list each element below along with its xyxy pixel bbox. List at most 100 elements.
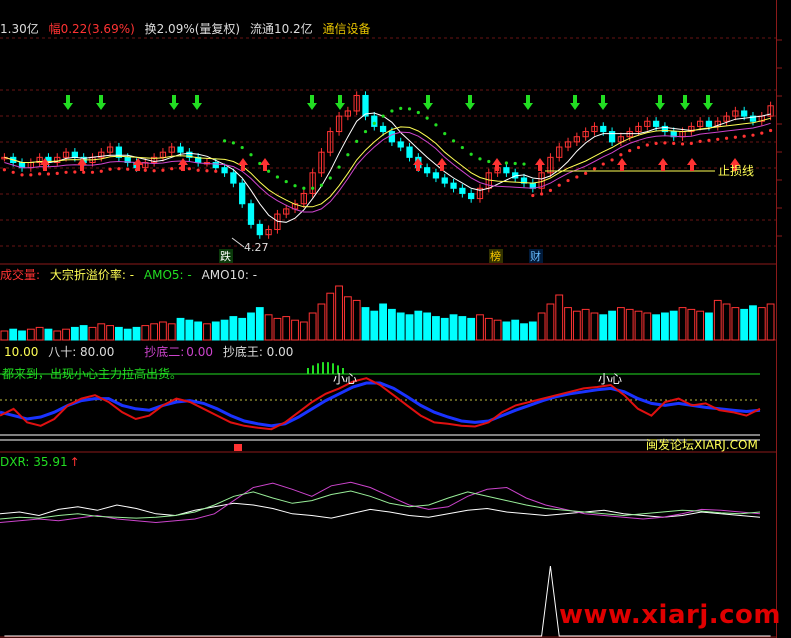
stop-dot [29,173,33,177]
low-price-label: 4.27 [244,241,269,254]
candle-body [600,125,607,133]
buy-arrow [133,158,143,171]
volume-bar [211,321,220,341]
stop-dot [55,171,59,176]
volume-bar [26,328,35,341]
volume-bar [652,314,661,341]
candle-body [652,120,660,127]
stop-dot [513,161,517,166]
die-marker: 跌 [220,249,231,263]
volume-bar [9,328,18,341]
stop-dot [311,186,315,190]
stop-dot [249,153,253,157]
signal-block [234,444,242,451]
candle-body [423,167,431,174]
stop-dot [319,183,324,187]
volume-bar [352,299,361,341]
volume-bar [414,310,423,341]
stop-dot [451,139,456,143]
volume-bar [220,319,229,341]
stop-dot [407,107,412,111]
volume-bar [273,317,282,341]
stop-dot [645,143,649,147]
candle-body [503,167,510,174]
stop-dot [619,153,623,157]
stop-dot [566,178,570,183]
buy-arrow [260,158,270,171]
stop-dot [284,179,288,184]
volume-bar [484,317,493,341]
stop-dot [636,145,641,150]
volume-bar [132,326,141,341]
candle-body [212,162,219,169]
dmi-line [0,502,761,519]
candle-body [450,182,457,189]
stop-dot [548,188,553,192]
volume-bar [18,330,26,341]
stop-dot [399,106,403,110]
volume-bar [62,328,70,341]
stop-dot [760,131,764,135]
volume-bar [546,303,555,341]
stop-dot [205,169,209,173]
stop-dot [170,167,174,171]
stop-dot [628,149,632,153]
stop-dot [707,138,711,142]
volume-bar [643,312,652,341]
volume-bar [44,328,53,341]
stop-dot [64,170,68,174]
stop-dot [372,121,376,125]
volume-bar [255,307,264,341]
stop-dot [504,161,508,165]
candle-body [71,151,79,158]
stop-dot [575,175,579,179]
candle-body [247,203,255,225]
volume-bar [528,321,537,341]
buy-arrow [413,158,423,171]
volume-bar [79,325,88,341]
volume-bar [388,308,396,341]
stop-dot [152,169,156,173]
stop-dot [522,162,526,166]
volume-bar [247,312,255,341]
stop-dot [143,168,147,172]
volume-bar [299,321,308,341]
volume-bar [141,325,150,341]
volume-bar [317,303,326,341]
volume-bar [502,321,511,341]
candle-body [397,141,404,148]
stop-dot [425,116,429,120]
buy-arrow [437,158,447,171]
volume-bar [282,316,291,341]
careful-label-1: 小心 [333,372,357,386]
buy-arrow [535,158,545,171]
volume-bar [70,326,79,341]
volume-bar [766,303,775,341]
candle-body [441,177,448,184]
volume-bar [405,314,414,341]
stop-dot [434,123,438,127]
osc-note: 都来到，出现小心主力拉高出货。 [2,366,182,381]
volume-bar [740,308,749,341]
sell-arrow [307,95,317,110]
dmi-line [0,490,761,520]
stop-dot [337,165,341,169]
volume-bar [264,314,273,341]
volume-bar [608,310,616,341]
stop-dot [222,139,227,143]
stop-dot [654,141,658,146]
stop-dot [680,142,685,146]
stop-dot [531,193,535,198]
stop-dot [601,162,605,166]
volume-bar [176,317,185,341]
volume-bar [625,308,634,341]
forum-label: 闽发论坛XIARJ.COM [646,437,758,452]
volume-bar [114,326,123,341]
volume-bar [106,325,114,341]
stop-dot [716,137,720,141]
volume-bar [150,323,159,341]
sell-arrow [335,95,345,110]
stop-dot [231,141,235,145]
candle-body [459,187,466,194]
volume-bar [731,307,740,341]
